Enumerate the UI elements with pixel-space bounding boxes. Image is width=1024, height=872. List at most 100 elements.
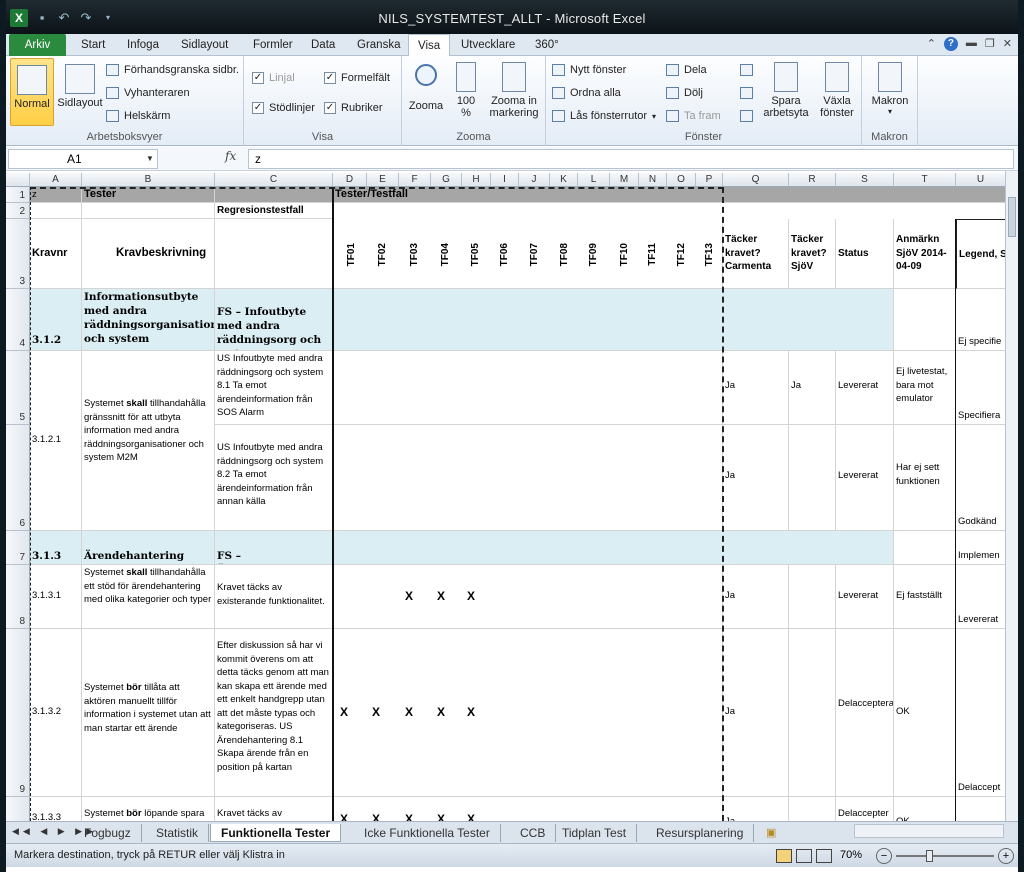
tab-visa[interactable]: Visa (408, 34, 451, 57)
cell-c1[interactable] (215, 187, 333, 203)
cell-t10[interactable]: OK (894, 797, 956, 821)
x-mark-h9[interactable]: X (467, 705, 475, 719)
col-header-p[interactable]: P (696, 173, 723, 187)
col-header-a[interactable]: A (30, 173, 82, 187)
horizontal-scrollbar[interactable] (854, 824, 1004, 838)
cell-c3[interactable] (215, 219, 333, 289)
cell-b10[interactable]: Systemet bör löpande spara (82, 797, 215, 821)
cell-d1[interactable]: Tester/Testfall (333, 187, 1006, 203)
view-manager-button[interactable]: Vyhanteraren (106, 87, 190, 99)
cell-b5[interactable]: Systemet skall tillhandahålla gränssnitt… (82, 351, 215, 531)
headings-checkbox[interactable]: ✓ Rubriker (324, 102, 383, 114)
tab-arkiv[interactable]: Arkiv (9, 34, 66, 56)
cell-t9[interactable]: OK (894, 629, 956, 797)
sheet-tab-fogbugz[interactable]: Fogbugz (74, 824, 142, 842)
cell-u10[interactable] (956, 797, 1006, 821)
cell-c10[interactable]: Kravet täcks av (215, 797, 333, 821)
cell-r5[interactable]: Ja (789, 351, 836, 425)
tab-data[interactable]: Data (302, 34, 344, 56)
zoom-slider-thumb[interactable] (926, 850, 933, 862)
new-window-button[interactable]: Nytt fönster (552, 64, 626, 76)
worksheet-grid[interactable]: A B C D E F G H I J K L M N O P Q R S T … (6, 171, 1018, 821)
close-icon[interactable]: ✕ (1003, 37, 1012, 51)
cell-s5[interactable]: Levererat (836, 351, 894, 425)
normal-view-button[interactable]: Normal (10, 58, 54, 126)
tf-cells-10[interactable] (333, 797, 723, 821)
col-header-o[interactable]: O (667, 173, 696, 187)
cell-r6[interactable] (789, 425, 836, 531)
tf-cells-6[interactable] (333, 425, 723, 531)
help-icon[interactable]: ? (943, 37, 958, 51)
sheet-tab-funktionella-tester[interactable]: Funktionella Tester (210, 824, 342, 842)
col-header-g[interactable]: G (431, 173, 462, 187)
cell-c5[interactable]: US Infoutbyte med andra räddningsorg och… (215, 351, 333, 425)
vertical-scrollbar[interactable] (1005, 171, 1018, 821)
tf11-header[interactable]: TF11 (647, 243, 658, 266)
row-header-8[interactable]: 8 (6, 565, 30, 629)
col-header-h[interactable]: H (462, 173, 491, 187)
cell-a2[interactable] (30, 203, 82, 219)
col-header-b[interactable]: B (82, 173, 215, 187)
cell-r9[interactable] (789, 629, 836, 797)
name-box-dropdown-icon[interactable]: ▼ (146, 154, 154, 163)
freeze-panes-button[interactable]: Lås fönsterrutor ▾ (552, 110, 656, 122)
tf12-header[interactable]: TF12 (676, 243, 687, 266)
tf08-header[interactable]: TF08 (559, 243, 570, 266)
x-mark-h8[interactable]: X (467, 589, 475, 603)
tf03-header[interactable]: TF03 (409, 243, 420, 266)
col-header-l[interactable]: L (578, 173, 610, 187)
col-header-k[interactable]: K (550, 173, 578, 187)
arrange-all-button[interactable]: Ordna alla (552, 87, 621, 99)
x-mark-f9[interactable]: X (405, 705, 413, 719)
col-header-i[interactable]: I (491, 173, 519, 187)
cell-b7[interactable]: Ärendehantering (82, 531, 215, 565)
cell-u3[interactable]: Legend, S (956, 219, 1006, 289)
cell-a1[interactable]: z (30, 187, 82, 203)
cell-b3[interactable]: Kravbeskrivning (82, 219, 215, 289)
x-mark-g8[interactable]: X (437, 589, 445, 603)
tf06-header[interactable]: TF06 (499, 243, 510, 266)
zoom-button[interactable]: Zooma (406, 62, 446, 112)
tab-utvecklare[interactable]: Utvecklare (452, 34, 524, 56)
cell-u5[interactable]: Specifiera (956, 351, 1006, 425)
col-header-c[interactable]: C (215, 173, 333, 187)
tf13-header[interactable]: TF13 (704, 243, 715, 266)
cell-s10[interactable]: Delaccepter (836, 797, 894, 821)
col-header-j[interactable]: J (519, 173, 550, 187)
cell-a10[interactable]: 3.1.3.3 (30, 797, 82, 821)
switch-windows-button[interactable]: Växla fönster (814, 62, 860, 119)
cell-t6[interactable]: Har ej sett funktionen (894, 425, 956, 531)
zoom-to-selection-button[interactable]: Zooma in markering (484, 62, 544, 119)
cell-c9[interactable]: Efter diskussion så har vi kommit överen… (215, 629, 333, 797)
zoom-slider[interactable] (896, 855, 994, 857)
sheet-tab-ccb[interactable]: CCB (510, 824, 557, 842)
cell-c7[interactable]: FS – Ärendehantering (215, 531, 333, 565)
normal-view-status-icon[interactable] (776, 849, 792, 863)
cell-q8[interactable]: Ja (723, 565, 789, 629)
col-header-e[interactable]: E (367, 173, 399, 187)
cell-u6[interactable]: Godkänd (956, 425, 1006, 531)
col-header-t[interactable]: T (894, 173, 956, 187)
cell-s8[interactable]: Levererat (836, 565, 894, 629)
cell-t5[interactable]: Ej livetestat, bara mot emulator (894, 351, 956, 425)
sidlayout-button[interactable]: Sidlayout (54, 58, 106, 109)
cell-a8[interactable]: 3.1.3.1 (30, 565, 82, 629)
row-header-5[interactable]: 5 (6, 351, 30, 425)
cell-a9[interactable]: 3.1.3.2 (30, 629, 82, 797)
tf04-header[interactable]: TF04 (440, 243, 451, 266)
cell-t4[interactable] (894, 289, 956, 351)
select-all-corner[interactable] (6, 173, 30, 187)
macros-button[interactable]: Makron ▾ (866, 62, 914, 116)
tf-cells-9[interactable] (333, 629, 723, 797)
cell-c2[interactable]: Regresionstestfall (215, 203, 333, 219)
sheet-tab-resursplanering[interactable]: Resursplanering (646, 824, 755, 842)
cell-b9[interactable]: Systemet bör tillåta att aktören manuell… (82, 629, 215, 797)
x-mark-f8[interactable]: X (405, 589, 413, 603)
page-break-status-icon[interactable] (816, 849, 832, 863)
tf05-header[interactable]: TF05 (470, 243, 481, 266)
tf02-header[interactable]: TF02 (377, 243, 388, 266)
cell-u4[interactable]: Ej specifie (956, 289, 1006, 351)
hide-button[interactable]: Dölj (666, 87, 703, 99)
x-mark-d10[interactable]: X (340, 812, 348, 821)
restore-icon[interactable]: ❐ (985, 37, 995, 51)
